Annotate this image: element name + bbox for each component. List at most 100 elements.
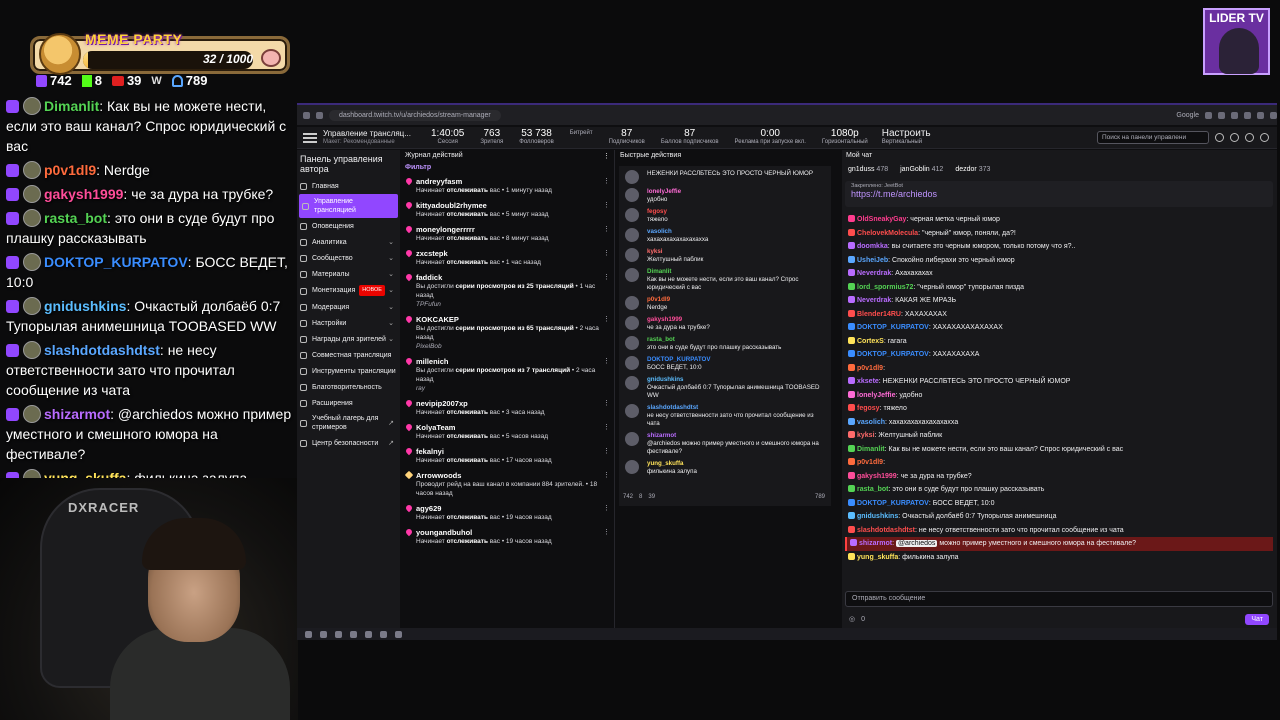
dashboard-search-input[interactable]: Поиск на панели управлени xyxy=(1097,131,1209,144)
activity-item[interactable]: KOKCAKEP Вы достигли серии просмотров из … xyxy=(401,312,614,354)
chat-line: shizarmot: @archiedos можно пример умест… xyxy=(845,537,1273,551)
header-stat-value: 0:00 xyxy=(760,127,780,139)
nav-item[interactable]: Настройки ⌄ xyxy=(297,315,400,331)
more-options-icon[interactable]: ⋮ xyxy=(603,201,610,210)
pig-icon xyxy=(261,49,281,67)
nav-item[interactable]: Аналитика ⌄ xyxy=(297,234,400,250)
more-options-icon[interactable]: ⋮ xyxy=(603,225,610,234)
more-options-icon[interactable]: ⋮ xyxy=(603,273,610,282)
nav-item[interactable]: Совместная трансляция xyxy=(297,347,400,363)
more-options-icon[interactable]: ⋮ xyxy=(603,471,610,480)
more-options-icon[interactable]: ⋮ xyxy=(603,447,610,456)
nav-item[interactable]: Инструменты трансляции xyxy=(297,363,400,379)
resolution-stat[interactable]: 1080p Горизонтальный xyxy=(822,128,868,147)
nav-item[interactable]: Награды для зрителей ⌄ xyxy=(297,331,400,347)
activity-item[interactable]: agy629 Начинает отслеживать вас • 19 часо… xyxy=(401,501,614,525)
help-icon[interactable] xyxy=(1215,133,1224,142)
activity-text-bold: отслеживать xyxy=(446,235,488,242)
chat-username: CortexS xyxy=(857,337,884,345)
more-options-icon[interactable]: ⋮ xyxy=(603,315,610,324)
nav-item[interactable]: Учебный лагерь для стримеров ↗ xyxy=(297,411,400,435)
more-options-icon[interactable]: ⋮ xyxy=(603,423,610,432)
nav-item[interactable]: Материалы ⌄ xyxy=(297,266,400,282)
activity-item[interactable]: KolyaTeam Начинает отслеживать вас • 5 ча… xyxy=(401,420,614,444)
start-icon[interactable] xyxy=(305,630,312,638)
activity-item[interactable]: kittyadoubl2rhymee Начинает отслеживать в… xyxy=(401,198,614,222)
chat-username: DOKTOP_KURPATOV xyxy=(857,324,929,331)
header-stats: 1:40:05 Сессия 763 Зрителя 53 738 Фолловеров Б… xyxy=(423,127,814,147)
activity-item[interactable]: zxcstepk Начинает отслеживать вас • 1 час… xyxy=(401,246,614,270)
activity-text-post: вас • 3 часа назад xyxy=(487,409,545,416)
nav-item[interactable]: Оповещения xyxy=(297,218,400,234)
stream-manager-title-block[interactable]: Управление трансляц... Макет: Рекомендов… xyxy=(323,129,423,147)
user-badge-icon xyxy=(848,269,855,276)
more-options-icon[interactable]: ⋮ xyxy=(603,249,610,258)
header-stat-label: Фолловеров xyxy=(519,138,554,145)
user-badge-icon xyxy=(848,215,855,222)
window-close-icon[interactable] xyxy=(1270,111,1277,119)
profile-icon[interactable] xyxy=(1244,111,1251,119)
chat-text: Nerdge xyxy=(647,304,668,311)
more-options-icon[interactable]: ⋮ xyxy=(603,399,610,408)
activity-item[interactable]: fekalnyi Начинает отслеживать вас • 17 ча… xyxy=(401,444,614,468)
activity-item[interactable]: Arrowwoods Проводит рейд на ваш канал в к… xyxy=(401,468,614,501)
more-options-icon[interactable]: ⋮ xyxy=(603,357,610,366)
nav-item[interactable]: Управление трансляцией xyxy=(299,194,398,218)
app-icon[interactable] xyxy=(395,630,402,638)
chat-line: kyksi: Желтушный паблик xyxy=(845,429,1273,443)
pinned-link[interactable]: https://t.me/archiedos xyxy=(851,189,1267,199)
activity-item[interactable]: nevipip2007xp Начинает отслеживать вас • … xyxy=(401,396,614,420)
more-options-icon[interactable]: ⋮ xyxy=(603,528,610,537)
chat-username: DOKTOP_KURPATOV xyxy=(44,254,188,270)
nav-item[interactable]: Центр безопасности ↗ xyxy=(297,435,400,451)
send-message-input[interactable]: Отправить сообщение xyxy=(845,591,1273,607)
activity-item[interactable]: faddick Вы достигли серии просмотров из 2… xyxy=(401,270,614,312)
chevron-icon: ↗ xyxy=(388,419,394,427)
window-minimize-icon[interactable] xyxy=(1257,111,1264,119)
more-options-icon[interactable]: ⋮ xyxy=(603,504,610,513)
extension-icon[interactable] xyxy=(1231,111,1238,119)
nav-item[interactable]: Модерация ⌄ xyxy=(297,299,400,315)
chat-text: не несу ответственности зато что прочита… xyxy=(647,412,814,427)
activity-item[interactable]: andreyyfasm Начинает отслеживать вас • 1 … xyxy=(401,174,614,198)
avatar[interactable] xyxy=(1260,133,1269,142)
reload-icon[interactable] xyxy=(316,111,323,119)
overlay-chat-message: gnidushkins: Очкастый долбаёб 0:7 Тупоры… xyxy=(6,297,281,334)
activity-item[interactable]: moneylongerrrrr Начинает отслеживать вас … xyxy=(401,222,614,246)
url-bar[interactable]: dashboard.twitch.tv/u/archiedos/stream-m… xyxy=(329,109,501,121)
google-label[interactable]: Google xyxy=(1176,112,1199,119)
browser-icon[interactable] xyxy=(335,630,342,638)
menu-icon[interactable] xyxy=(303,132,317,143)
settings-control[interactable]: Настроить Вертикальный xyxy=(882,128,931,147)
user-badge-icon xyxy=(848,417,855,425)
user-badge-icon xyxy=(848,228,855,236)
activity-item[interactable]: millenich Вы достигли серии просмотров из… xyxy=(401,354,614,396)
pinned-message[interactable]: Закреплено: JeetBot https://t.me/archied… xyxy=(845,181,1273,207)
nav-item[interactable]: Благотворительность xyxy=(297,379,400,395)
more-options-icon[interactable]: ⋮ xyxy=(603,177,610,186)
channel-points-icon[interactable]: ◎ xyxy=(849,615,855,623)
app-icon[interactable] xyxy=(350,630,357,638)
nav-icon xyxy=(300,255,307,262)
app-icon[interactable] xyxy=(380,630,387,638)
nav-item[interactable]: Монетизация НОВОЕ ⌄ xyxy=(297,282,400,299)
chat-footer: ◎ 0 Чат xyxy=(845,612,1273,626)
user-badge-icon xyxy=(848,390,855,398)
notifications-icon[interactable] xyxy=(1230,133,1239,142)
extension-icon[interactable] xyxy=(1205,111,1212,119)
filter-button[interactable]: Фильтр xyxy=(401,164,614,174)
panel-options-icon[interactable]: ⋮ xyxy=(603,152,610,162)
header-stat-label: Подписчиков xyxy=(608,138,645,145)
search-icon[interactable] xyxy=(320,630,327,638)
nav-item[interactable]: Сообщество ⌄ xyxy=(297,250,400,266)
twitch-icon xyxy=(6,300,19,313)
chat-send-button[interactable]: Чат xyxy=(1245,613,1269,625)
twitch-icon xyxy=(36,74,47,87)
back-icon[interactable] xyxy=(303,111,310,119)
activity-item[interactable]: youngandbuhol Начинает отслеживать вас • … xyxy=(401,525,614,549)
nav-item[interactable]: Расширения xyxy=(297,395,400,411)
nav-item[interactable]: Главная xyxy=(297,178,400,194)
app-icon[interactable] xyxy=(365,630,372,638)
inbox-icon[interactable] xyxy=(1245,133,1254,142)
extension-icon[interactable] xyxy=(1218,111,1225,119)
